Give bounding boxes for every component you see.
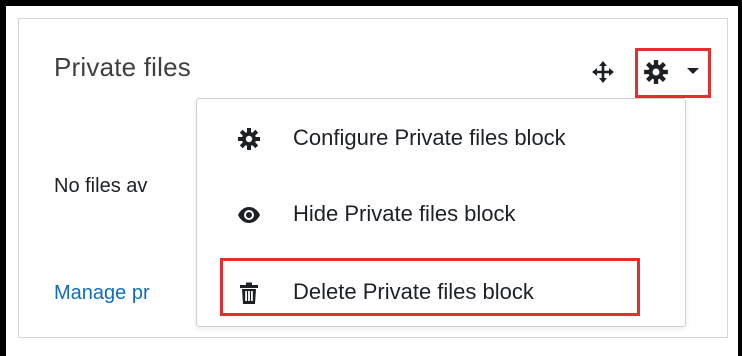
menu-item-label: Hide Private files block	[293, 201, 516, 226]
actions-highlight-box	[635, 48, 711, 98]
block-title: Private files	[54, 52, 191, 82]
move-icon[interactable]	[591, 60, 615, 84]
delete-highlight-box	[220, 258, 640, 316]
menu-item-configure[interactable]: Configure Private files block	[197, 111, 685, 167]
eye-icon	[238, 207, 260, 223]
no-files-text: No files av	[54, 175, 148, 197]
menu-item-label: Configure Private files block	[293, 125, 566, 150]
gear-icon	[238, 128, 260, 150]
menu-item-hide[interactable]: Hide Private files block	[197, 187, 685, 243]
manage-private-files-link[interactable]: Manage pr	[54, 282, 150, 305]
